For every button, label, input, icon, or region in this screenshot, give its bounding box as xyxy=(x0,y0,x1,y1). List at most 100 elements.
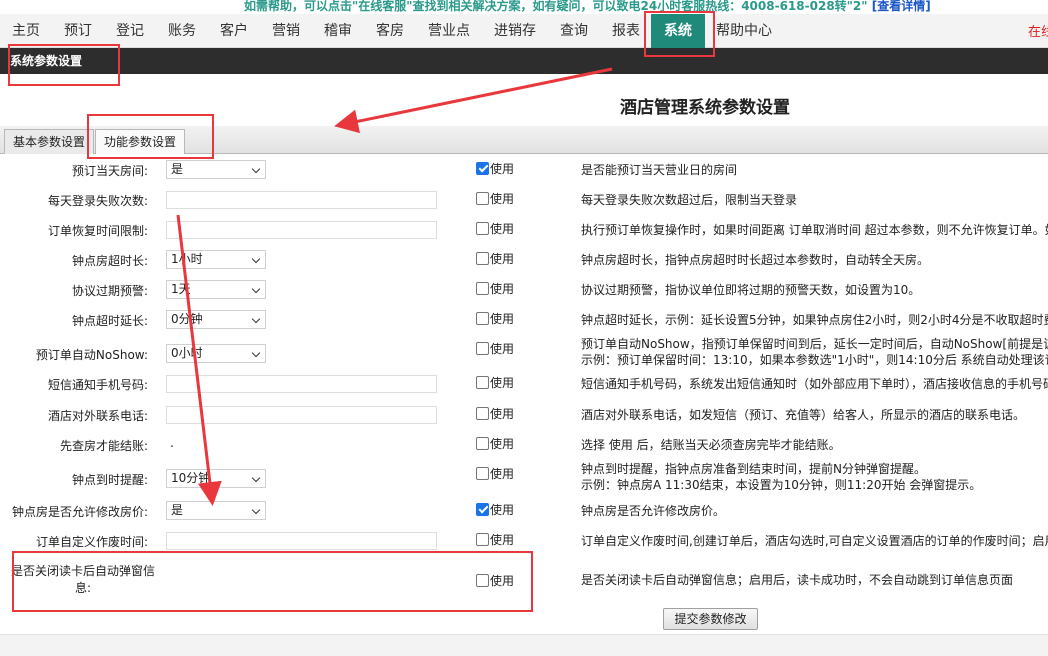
nav-item-system[interactable]: 系统 xyxy=(651,14,705,48)
setting-description: 协议过期预警，指协议单位即将过期的预警天数，如设置为10。 xyxy=(581,282,1048,298)
setting-label: 协议过期预警: xyxy=(71,284,148,298)
nav-item-marketing[interactable]: 营销 xyxy=(272,14,300,48)
setting-description-line: 订单自定义作废时间,创建订单后，酒店勾选时,可自定义设置酒店的订单的作废时间；启… xyxy=(581,534,1048,548)
use-checkbox-group[interactable]: 使用 xyxy=(476,250,514,266)
setting-description-line: 钟点房超时长，指钟点房超时时长超过本参数时，自动转全天房。 xyxy=(581,253,930,267)
nav-item-rooms[interactable]: 客房 xyxy=(376,14,404,48)
setting-select[interactable]: 10分钟 xyxy=(166,469,266,488)
online-service-link[interactable]: 在线 xyxy=(1028,14,1048,52)
use-checkbox-group[interactable]: 使用 xyxy=(476,531,514,547)
setting-select[interactable]: 1天 xyxy=(166,280,266,299)
use-checkbox[interactable] xyxy=(476,251,489,265)
use-checkbox[interactable] xyxy=(476,341,489,355)
setting-text-input[interactable] xyxy=(166,532,437,550)
setting-select[interactable]: 0分钟 xyxy=(166,310,266,329)
nav-item-inventory[interactable]: 进销存 xyxy=(494,14,536,48)
setting-label: 酒店对外联系电话: xyxy=(47,409,148,423)
setting-text-input[interactable] xyxy=(166,406,437,424)
arrow-to-function-tab xyxy=(334,67,613,134)
use-checkbox[interactable] xyxy=(476,191,489,205)
use-checkbox[interactable] xyxy=(476,406,489,420)
setting-description: 钟点到时提醒，指钟点房准备到结束时间，提前N分钟弹窗提醒。 示例：钟点房A 11:… xyxy=(581,461,1048,493)
setting-text-input[interactable] xyxy=(166,191,437,209)
use-checkbox[interactable] xyxy=(476,532,489,546)
use-checkbox[interactable] xyxy=(476,221,489,235)
settings-row: 钟点到时提醒: 10分钟 使用 钟点到时提醒，指钟点房准备到结束时间，提前N分钟弹窗提… xyxy=(0,462,1048,496)
setting-text-input[interactable] xyxy=(166,221,437,239)
use-checkbox-group[interactable]: 使用 xyxy=(476,374,514,390)
use-checkbox-group[interactable]: 使用 xyxy=(476,465,514,481)
nav-item-reports[interactable]: 报表 xyxy=(612,14,640,48)
setting-value-text: . xyxy=(170,436,174,450)
settings-row: 订单自定义作废时间: 使用 订单自定义作废时间,创建订单后，酒店勾选时,可自定义设置… xyxy=(0,531,1048,551)
setting-description: 酒店对外联系电话，如发短信（预订、充值等）给客人，所显示的酒店的联系电话。 xyxy=(581,407,1048,423)
nav-item-home[interactable]: 主页 xyxy=(12,14,40,48)
use-checkbox-label: 使用 xyxy=(490,375,515,390)
setting-text-input[interactable] xyxy=(166,375,437,393)
use-checkbox[interactable] xyxy=(476,573,489,587)
use-checkbox[interactable] xyxy=(476,161,489,175)
use-checkbox-group[interactable]: 使用 xyxy=(476,572,514,588)
use-checkbox-group[interactable]: 使用 xyxy=(476,501,514,517)
setting-description-line: 预订单自动NoShow，指预订单保留时间到后，延长一定时间后，自动NoShow[… xyxy=(581,337,1048,351)
setting-description: 预订单自动NoShow，指预订单保留时间到后，延长一定时间后，自动NoShow[… xyxy=(581,336,1048,368)
settings-row: 钟点房是否允许修改房价: 是 使用 钟点房是否允许修改房价。 xyxy=(0,501,1048,521)
setting-label: 订单自定义作废时间: xyxy=(35,535,148,549)
submit-settings-button[interactable]: 提交参数修改 xyxy=(663,608,758,630)
setting-description-line: 示例：钟点房A 11:30结束，本设置为10分钟，则11:20开始 会弹窗提示。 xyxy=(581,478,982,492)
nav-item-help-center[interactable]: 帮助中心 xyxy=(716,14,772,48)
setting-description: 执行预订单恢复操作时，如果时间距离 订单取消时间 超过本参数，则不允许恢复订单。… xyxy=(581,222,1048,238)
setting-select[interactable]: 是 xyxy=(166,501,266,520)
nav-item-audit[interactable]: 稽审 xyxy=(324,14,352,48)
setting-label: 是否关闭读卡后自动弹窗信息: xyxy=(10,564,155,595)
settings-tabs: 基本参数设置 功能参数设置 xyxy=(0,126,1048,154)
use-checkbox-label: 使用 xyxy=(490,532,515,547)
tab-basic-settings[interactable]: 基本参数设置 xyxy=(4,129,95,154)
use-checkbox-group[interactable]: 使用 xyxy=(476,310,514,326)
setting-description: 订单自定义作废时间,创建订单后，酒店勾选时,可自定义设置酒店的订单的作废时间；启… xyxy=(581,533,1048,549)
use-checkbox-group[interactable]: 使用 xyxy=(476,220,514,236)
use-checkbox-group[interactable]: 使用 xyxy=(476,280,514,296)
use-checkbox[interactable] xyxy=(476,375,489,389)
setting-description-line: 酒店对外联系电话，如发短信（预订、充值等）给客人，所显示的酒店的联系电话。 xyxy=(581,408,1026,422)
setting-description-line: 钟点房是否允许修改房价。 xyxy=(581,504,726,518)
nav-item-accounts[interactable]: 账务 xyxy=(168,14,196,48)
setting-label: 钟点房超时长: xyxy=(71,254,148,268)
nav-item-checkin[interactable]: 登记 xyxy=(116,14,144,48)
setting-description-line: 协议过期预警，指协议单位即将过期的预警天数，如设置为10。 xyxy=(581,283,921,297)
use-checkbox-label: 使用 xyxy=(490,406,515,421)
nav-item-reservation[interactable]: 预订 xyxy=(64,14,92,48)
tab-function-settings[interactable]: 功能参数设置 xyxy=(95,129,186,154)
setting-label: 钟点房是否允许修改房价: xyxy=(11,505,148,519)
use-checkbox[interactable] xyxy=(476,311,489,325)
setting-description: 每天登录失败次数超过后，限制当天登录 xyxy=(581,192,1048,208)
help-banner: 如需帮助，可以点击"在线客服"查找到相关解决方案，如有疑问，可以致电24小时客服… xyxy=(0,0,1048,14)
setting-description-line: 钟点超时延长，示例：延长设置5分钟，如果钟点房住2小时，则2小时4分是不收取超时… xyxy=(581,313,1048,327)
use-checkbox-group[interactable]: 使用 xyxy=(476,435,514,451)
setting-description-line: 每天登录失败次数超过后，限制当天登录 xyxy=(581,193,798,207)
use-checkbox-label: 使用 xyxy=(490,466,515,481)
use-checkbox-label: 使用 xyxy=(490,502,515,517)
use-checkbox[interactable] xyxy=(476,436,489,450)
setting-select[interactable]: 1小时 xyxy=(166,250,266,269)
view-details-link[interactable]: [查看详情] xyxy=(872,0,931,13)
settings-row: 预订当天房间: 是 使用 是否能预订当天营业日的房间 xyxy=(0,160,1048,180)
setting-select[interactable]: 0小时 xyxy=(166,344,266,363)
use-checkbox-group[interactable]: 使用 xyxy=(476,405,514,421)
setting-label: 先查房才能结账: xyxy=(59,439,148,453)
nav-item-customers[interactable]: 客户 xyxy=(220,14,248,48)
settings-row: 协议过期预警: 1天 使用 协议过期预警，指协议单位即将过期的预警天数，如设置为10。 xyxy=(0,280,1048,300)
setting-select[interactable]: 是 xyxy=(166,160,266,179)
use-checkbox[interactable] xyxy=(476,466,489,480)
footer-strip xyxy=(0,634,1048,656)
use-checkbox-label: 使用 xyxy=(490,251,515,266)
use-checkbox-group[interactable]: 使用 xyxy=(476,160,514,176)
use-checkbox-group[interactable]: 使用 xyxy=(476,190,514,206)
setting-description-line: 短信通知手机号码，系统发出短信通知时（如外部应用下单时），酒店接收信息的手机号码 xyxy=(581,377,1048,391)
nav-item-query[interactable]: 查询 xyxy=(560,14,588,48)
use-checkbox-group[interactable]: 使用 xyxy=(476,340,514,356)
section-title: 系统参数设置 xyxy=(10,54,83,68)
use-checkbox[interactable] xyxy=(476,502,489,516)
nav-item-outlets[interactable]: 营业点 xyxy=(428,14,470,48)
use-checkbox[interactable] xyxy=(476,281,489,295)
